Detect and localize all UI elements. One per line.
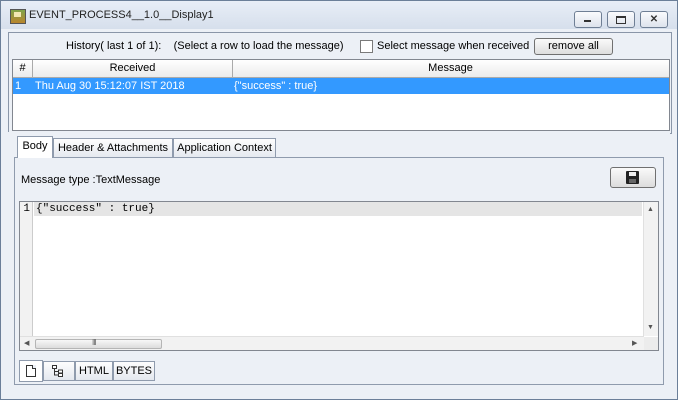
tab-application-context[interactable]: Application Context — [173, 138, 276, 158]
column-header-received[interactable]: Received — [33, 60, 233, 77]
message-detail-area: Body Header & Attachments Application Co… — [8, 132, 670, 385]
table-header: # Received Message — [13, 60, 669, 78]
row-number: 1 — [15, 80, 22, 92]
horizontal-scrollbar[interactable]: ◀ III ▶ — [20, 336, 644, 350]
tab-body[interactable]: Body — [17, 136, 53, 158]
row-received: Thu Aug 30 15:12:07 IST 2018 — [35, 80, 185, 92]
floppy-disk-icon — [626, 171, 639, 184]
message-editor[interactable]: 1 {"success" : true} ▲ ▼ ◀ III ▶ — [19, 201, 659, 351]
remove-all-button[interactable]: remove all — [534, 38, 613, 55]
row-message: {"success" : true} — [234, 80, 318, 92]
message-type-label: Message type :TextMessage — [21, 174, 161, 186]
horizontal-scroll-thumb[interactable]: III — [35, 338, 162, 349]
select-when-received-checkbox[interactable] — [360, 40, 373, 53]
body-panel: Message type :TextMessage 1 {"success" :… — [14, 157, 664, 385]
column-header-number[interactable]: # — [13, 60, 33, 77]
tree-icon — [52, 365, 63, 377]
scroll-up-icon[interactable]: ▲ — [647, 206, 654, 214]
title-bar[interactable]: EVENT_PROCESS4__1.0__Display1 ✕ — [1, 1, 677, 29]
vertical-scrollbar[interactable]: ▲ ▼ — [643, 202, 658, 336]
scroll-down-icon[interactable]: ▼ — [647, 324, 654, 332]
scrollbar-corner — [644, 337, 658, 350]
close-icon: ✕ — [649, 14, 659, 25]
scroll-right-icon[interactable]: ▶ — [632, 340, 637, 348]
tab-header-attachments[interactable]: Header & Attachments — [53, 138, 173, 158]
select-when-received-label: Select message when received — [377, 40, 530, 52]
line-number: 1 — [20, 202, 33, 336]
tab-bytes-view[interactable]: BYTES — [113, 361, 155, 381]
maximize-button[interactable] — [607, 11, 635, 28]
column-header-message[interactable]: Message — [233, 60, 668, 77]
tab-html-view[interactable]: HTML — [75, 361, 113, 381]
scroll-left-icon[interactable]: ◀ — [24, 340, 29, 348]
window-title: EVENT_PROCESS4__1.0__Display1 — [29, 9, 214, 21]
save-button[interactable] — [610, 167, 656, 188]
table-row[interactable]: 1 Thu Aug 30 15:12:07 IST 2018 {"success… — [13, 78, 669, 94]
tab-text-view[interactable] — [19, 360, 43, 382]
app-window: EVENT_PROCESS4__1.0__Display1 ✕ History(… — [0, 0, 678, 400]
history-label: History( last 1 of 1): (Select a row to … — [66, 40, 344, 52]
app-icon — [10, 9, 26, 24]
scroll-grip: III — [92, 338, 97, 347]
minimize-icon — [584, 20, 591, 22]
document-icon — [26, 365, 36, 377]
maximize-icon — [616, 16, 626, 24]
code-line[interactable]: {"success" : true} — [34, 202, 642, 216]
minimize-button[interactable] — [574, 11, 602, 28]
history-table: # Received Message 1 Thu Aug 30 15:12:07… — [12, 59, 670, 131]
tab-tree-view[interactable] — [43, 361, 75, 381]
history-panel: History( last 1 of 1): (Select a row to … — [8, 32, 672, 134]
close-button[interactable]: ✕ — [640, 11, 668, 28]
